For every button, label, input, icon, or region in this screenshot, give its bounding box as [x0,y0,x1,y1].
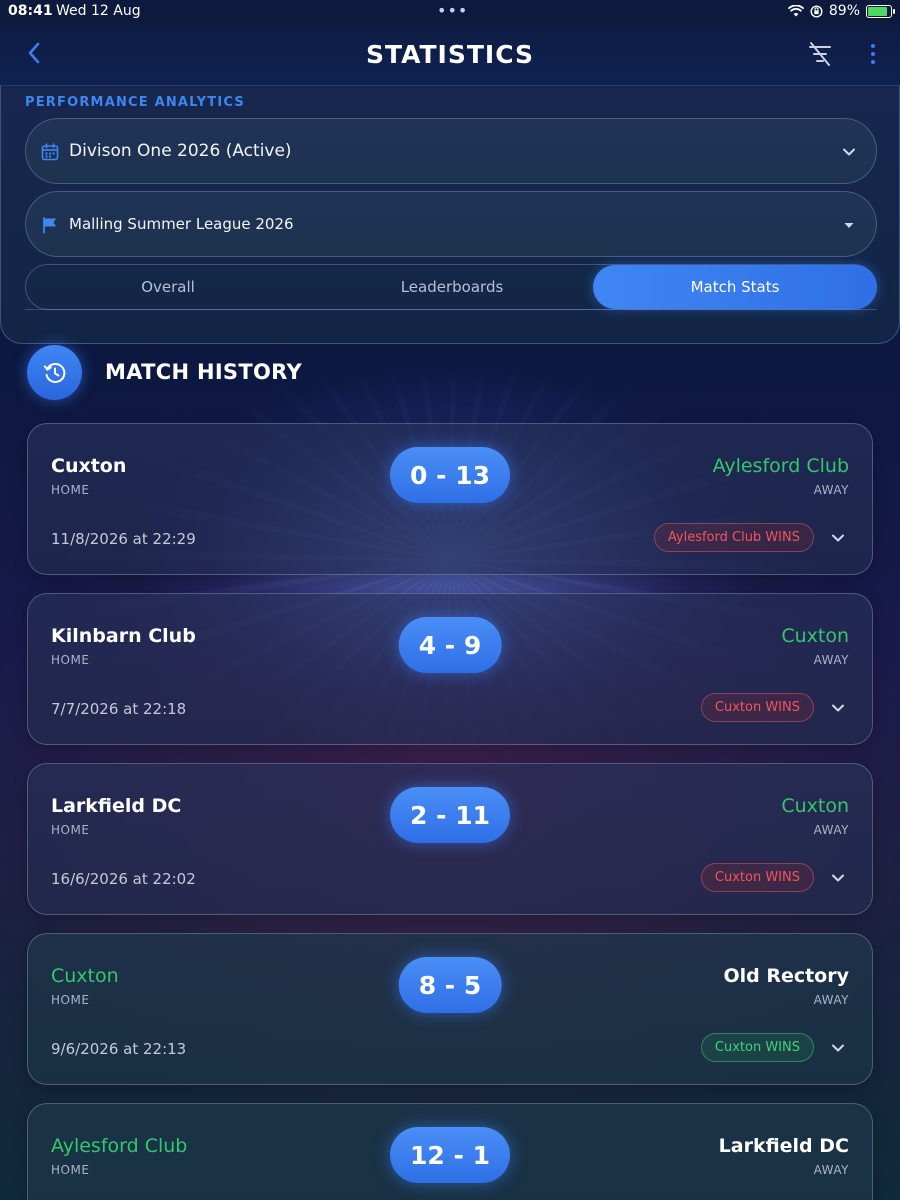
match-date: 7/7/2026 at 22:18 [51,700,187,718]
home-team-name: Cuxton [51,965,119,987]
tab-leaderboards[interactable]: Leaderboards [310,265,594,309]
page-title: STATISTICS [365,40,535,69]
wifi-icon [787,5,804,17]
battery-icon [866,4,895,18]
chevron-down-icon[interactable] [830,870,846,886]
away-team-name: Larkfield DC [718,1135,849,1157]
match-score: 12 - 1 [390,1127,510,1183]
match-card[interactable]: Cuxton HOME 8 - 5 Old Rectory AWAY 9/6/2… [27,933,873,1085]
more-vertical-icon [871,44,875,48]
home-team-name: Aylesford Club [51,1135,188,1157]
history-icon [43,362,65,383]
away-label: AWAY [813,823,849,837]
away-label: AWAY [813,993,849,1007]
league-select[interactable]: Malling Summer League 2026 [25,191,877,257]
match-score: 8 - 5 [398,957,502,1013]
away-team-name: Old Rectory [723,965,849,987]
calendar-icon [41,143,59,161]
away-label: AWAY [813,483,849,497]
match-date: 11/8/2026 at 22:29 [51,530,196,548]
match-card[interactable]: Kilnbarn Club HOME 4 - 9 Cuxton AWAY 7/7… [27,593,873,745]
away-label: AWAY [813,653,849,667]
match-history-badge [27,345,82,400]
result-badge: Cuxton WINS [700,863,814,892]
home-label: HOME [51,993,90,1007]
filter-off-icon [809,42,831,66]
chevron-down-icon [843,148,855,156]
orientation-lock-icon [810,4,823,18]
panel-label: PERFORMANCE ANALYTICS [25,95,245,110]
away-label: AWAY [813,1163,849,1177]
tab-match-stats[interactable]: Match Stats [593,265,877,309]
battery-percent: 89% [828,3,860,19]
clear-filter-button[interactable] [806,40,834,68]
away-team-name: Cuxton [781,795,849,817]
multitask-dots-icon[interactable]: ••• [437,1,468,20]
match-history-title: MATCH HISTORY [105,360,302,384]
caret-down-icon [844,223,854,228]
home-team-name: Larkfield DC [51,795,182,817]
chevron-down-icon[interactable] [830,1040,846,1056]
match-date: 9/6/2026 at 22:13 [51,1040,187,1058]
status-time: 08:41 [8,3,53,19]
flag-icon [43,217,56,234]
home-team-name: Kilnbarn Club [51,625,196,647]
away-team-name: Cuxton [781,625,849,647]
home-label: HOME [51,653,90,667]
status-date: Wed 12 Aug [56,3,141,19]
home-label: HOME [51,823,90,837]
match-card[interactable]: Aylesford Club HOME 12 - 1 Larkfield DC … [27,1103,873,1200]
nav-header: STATISTICS [0,24,900,86]
match-score: 0 - 13 [390,447,510,503]
home-team-name: Cuxton [51,455,127,477]
chevron-down-icon[interactable] [830,700,846,716]
match-score: 4 - 9 [398,617,502,673]
stats-tabs: Overall Leaderboards Match Stats [25,264,877,310]
status-indicators: 89% [787,3,895,19]
battery-level [868,6,887,16]
performance-analytics-panel: PERFORMANCE ANALYTICS Divison One 2026 (… [0,86,900,344]
season-select[interactable]: Divison One 2026 (Active) [25,118,877,184]
tab-overall[interactable]: Overall [26,265,310,309]
result-badge: Aylesford Club WINS [653,523,814,552]
chevron-down-icon[interactable] [830,530,846,546]
match-card[interactable]: Larkfield DC HOME 2 - 11 Cuxton AWAY 16/… [27,763,873,915]
match-score: 2 - 11 [390,787,510,843]
league-select-value: Malling Summer League 2026 [69,215,294,233]
result-badge: Cuxton WINS [700,1033,814,1062]
away-team-name: Aylesford Club [712,455,849,477]
more-options-button[interactable] [862,40,884,68]
tabs-divider [25,309,877,310]
status-bar: 08:41 Wed 12 Aug ••• 89% [0,0,900,24]
home-label: HOME [51,1163,90,1177]
match-date: 16/6/2026 at 22:02 [51,870,196,888]
result-badge: Cuxton WINS [700,693,814,722]
match-card[interactable]: Cuxton HOME 0 - 13 Aylesford Club AWAY 1… [27,423,873,575]
season-select-value: Divison One 2026 (Active) [69,141,292,161]
home-label: HOME [51,483,90,497]
